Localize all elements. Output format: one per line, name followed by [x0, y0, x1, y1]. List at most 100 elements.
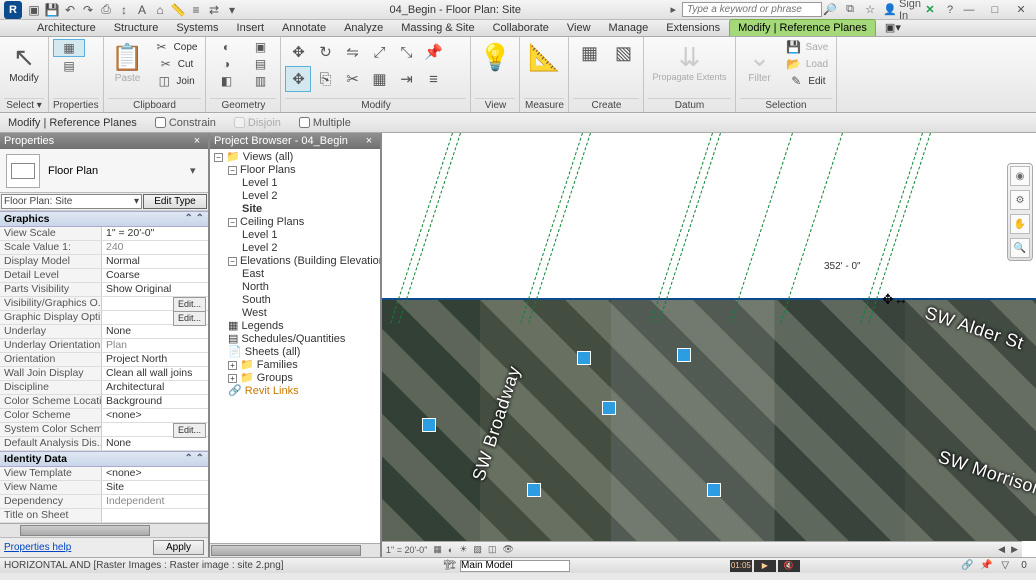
prop-row[interactable]: Color Scheme<none>	[0, 409, 208, 423]
properties-button[interactable]: ▦	[53, 39, 85, 57]
search-icon[interactable]: 🔎	[822, 3, 838, 17]
filter-button[interactable]: ⌄Filter	[740, 39, 780, 86]
geom-1[interactable]: ◐	[210, 39, 242, 55]
favorite-icon[interactable]: ☆	[862, 3, 878, 17]
minimize-icon[interactable]: —	[958, 3, 980, 17]
marker-icon[interactable]	[422, 418, 436, 432]
home-icon[interactable]: ⌂	[152, 2, 168, 18]
tree-e-north[interactable]: North	[242, 281, 378, 294]
filter-icon[interactable]: ▽	[997, 560, 1013, 571]
tab-insert[interactable]: Insert	[228, 19, 274, 36]
panel-label[interactable]: Select ▾	[4, 98, 44, 112]
type-properties-button[interactable]: ▤	[53, 58, 85, 74]
align-icon[interactable]: ≡	[188, 2, 204, 18]
tree-fp-2[interactable]: Level 2	[242, 190, 378, 203]
tab-extensions[interactable]: Extensions	[657, 19, 729, 36]
maximize-icon[interactable]: □	[984, 3, 1006, 17]
tree-families[interactable]: +📁 Families	[228, 359, 378, 372]
app-logo[interactable]: R	[4, 1, 22, 19]
prop-row[interactable]: System Color SchemesEdit...	[0, 423, 208, 437]
prop-row[interactable]: Scale Value 1:240	[0, 241, 208, 255]
tab-collaborate[interactable]: Collaborate	[484, 19, 558, 36]
pan-icon[interactable]: ✋	[1010, 214, 1030, 234]
text-icon[interactable]: A	[134, 2, 150, 18]
prop-row[interactable]: Graphic Display Opti...Edit...	[0, 311, 208, 325]
cut-button[interactable]: ✂Cut	[150, 56, 202, 72]
section-identity[interactable]: Identity Data⌃ ⌃	[0, 451, 208, 467]
tree-schedules[interactable]: ▤ Schedules/Quantities	[228, 333, 378, 346]
reference-plane[interactable]	[382, 298, 1036, 300]
tab-systems[interactable]: Systems	[167, 19, 227, 36]
hscroll-right[interactable]: ▶	[1011, 544, 1018, 555]
sign-in[interactable]: Sign In	[902, 3, 918, 17]
workset-icon[interactable]: 🏗	[443, 560, 456, 571]
geom-4[interactable]: ▣	[244, 39, 276, 55]
prop-value[interactable]: Architectural	[102, 381, 208, 394]
nav-bar[interactable]: ◉ ⚙ ✋ 🔍	[1007, 163, 1033, 261]
prop-row[interactable]: Display ModelNormal	[0, 255, 208, 269]
save-sel-button[interactable]: 💾Save	[782, 39, 833, 55]
marker-icon[interactable]	[527, 483, 541, 497]
prop-row[interactable]: Default Analysis Dis...None	[0, 437, 208, 451]
paste-button[interactable]: 📋Paste	[108, 39, 148, 86]
prop-row[interactable]: View Template<none>	[0, 467, 208, 481]
prop-value[interactable]: Show Original	[102, 283, 208, 296]
marker-icon[interactable]	[707, 483, 721, 497]
offset-icon[interactable]: ⇥	[393, 66, 419, 92]
marker-icon[interactable]	[577, 351, 591, 365]
tree-e-west[interactable]: West	[242, 307, 378, 320]
tab-annotate[interactable]: Annotate	[273, 19, 335, 36]
geom-3[interactable]: ◧	[210, 73, 242, 89]
tab-structure[interactable]: Structure	[105, 19, 168, 36]
prop-row[interactable]: DisciplineArchitectural	[0, 381, 208, 395]
measure-icon[interactable]: 📏	[170, 2, 186, 18]
prop-scroll[interactable]	[0, 523, 208, 537]
marker-icon[interactable]	[602, 401, 616, 415]
tab-modify-context[interactable]: Modify | Reference Planes	[729, 19, 876, 36]
shadow-icon[interactable]: ▨	[473, 544, 482, 555]
tree-floor-plans[interactable]: −Floor Plans Level 1 Level 2 Site	[228, 164, 378, 216]
prop-row[interactable]: Detail LevelCoarse	[0, 269, 208, 283]
search-input[interactable]	[682, 2, 822, 17]
close-icon[interactable]: ✕	[1010, 3, 1032, 17]
undo-icon[interactable]: ↶	[62, 2, 78, 18]
create-similar-icon[interactable]: ▧	[607, 39, 639, 67]
edit-button[interactable]: Edit...	[173, 423, 206, 438]
disjoin-check[interactable]: Disjoin	[234, 117, 281, 129]
prop-value[interactable]: Project North	[102, 353, 208, 366]
instance-combo[interactable]: Floor Plan: Site▾	[1, 194, 142, 209]
save-icon[interactable]: 💾	[44, 2, 60, 18]
select-pinned-icon[interactable]: 📌	[978, 560, 994, 571]
modify-button[interactable]: ↖Modify	[4, 39, 44, 86]
apply-button[interactable]: Apply	[153, 540, 204, 555]
join-button[interactable]: ◫Join	[150, 73, 202, 89]
select-links-icon[interactable]: 🔗	[960, 560, 976, 571]
crop-icon[interactable]: ◫	[488, 544, 497, 555]
prop-value[interactable]	[102, 509, 208, 522]
prop-value[interactable]: Site	[102, 481, 208, 494]
prop-row[interactable]: DependencyIndependent	[0, 495, 208, 509]
hide-icon[interactable]: 👁	[502, 544, 513, 555]
close-icon[interactable]: ×	[362, 135, 376, 147]
rotate-icon[interactable]: ↻	[312, 39, 338, 65]
copy-icon[interactable]: ⎘	[312, 66, 338, 92]
switch-icon[interactable]: ⇄	[206, 2, 222, 18]
measure-icon[interactable]: 📐	[524, 39, 564, 75]
viewcube-icon[interactable]: ◉	[1010, 166, 1030, 186]
tab-manage[interactable]: Manage	[600, 19, 658, 36]
move-icon[interactable]: ✥	[285, 39, 311, 65]
hscroll-left[interactable]: ◀	[998, 544, 1005, 555]
create-group-icon[interactable]: ▦	[573, 39, 605, 67]
style-icon[interactable]: ◐	[448, 545, 453, 555]
prop-value[interactable]: None	[102, 325, 208, 338]
tree-sheets[interactable]: 📄 Sheets (all)	[228, 346, 378, 359]
tree-ceiling-plans[interactable]: −Ceiling Plans Level 1 Level 2	[228, 216, 378, 255]
edit-button[interactable]: Edit...	[173, 297, 206, 312]
geom-5[interactable]: ▤	[244, 56, 276, 72]
prop-value[interactable]: Coarse	[102, 269, 208, 282]
prop-row[interactable]: Color Scheme LocationBackground	[0, 395, 208, 409]
tab-view[interactable]: View	[558, 19, 600, 36]
section-graphics[interactable]: Graphics⌃ ⌃	[0, 211, 208, 227]
tree-views[interactable]: −📁 Views (all) −Floor Plans Level 1 Leve…	[214, 151, 378, 398]
dd-icon[interactable]: ▾	[224, 2, 240, 18]
